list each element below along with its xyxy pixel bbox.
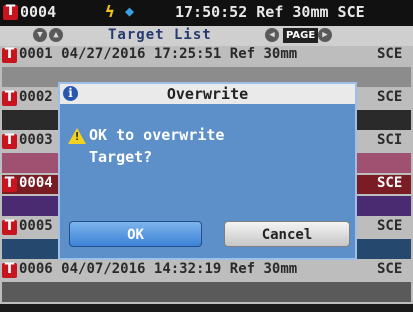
row-mode: SCI <box>377 132 403 148</box>
dialog-message: OK to overwrite Target? <box>89 126 225 166</box>
row-text: 0006 04/07/2016 14:32:19 Ref 30mm <box>19 261 298 277</box>
pen-icon: ◆ <box>125 2 135 20</box>
status-condition: Ref 30mm SCE <box>256 3 365 21</box>
ok-button[interactable]: OK <box>69 221 202 247</box>
target-icon <box>2 218 17 235</box>
row-text: 0001 04/27/2016 17:25:51 Ref 30mm <box>19 46 298 62</box>
dialog-title-bar: i Overwrite <box>60 84 355 104</box>
target-icon <box>3 3 18 20</box>
status-right: 17:50:52 Ref 30mm SCE <box>175 3 365 21</box>
list-item[interactable]: 0006 04/07/2016 14:32:19 Ref 30mm SCE <box>0 261 413 304</box>
target-icon <box>2 46 17 63</box>
page-label: PAGE <box>283 28 319 43</box>
scroll-down-icon[interactable]: ▼ <box>33 28 47 42</box>
sample-number: 0004 <box>20 3 57 21</box>
page-prev-icon[interactable]: ◀ <box>265 28 279 42</box>
page-title: Target List <box>108 27 212 43</box>
target-icon <box>2 132 17 149</box>
target-icon <box>2 261 17 278</box>
row-mode: SCE <box>377 89 403 105</box>
row-mode: SCE <box>377 261 403 277</box>
row-mode: SCE <box>377 218 403 234</box>
row-number: 0003 <box>19 132 53 148</box>
row-mode: SCE <box>377 175 403 191</box>
status-bar: 0004 ϟ ◆ 17:50:52 Ref 30mm SCE <box>0 0 413 26</box>
scroll-up-icon[interactable]: ▲ <box>49 28 63 42</box>
row-number: 0005 <box>19 218 53 234</box>
row-number: 0002 <box>19 89 53 105</box>
page-next-icon[interactable]: ▶ <box>318 28 332 42</box>
list-title-bar: ▼ ▲ Target List ◀ PAGE ▶ <box>0 26 413 46</box>
warning-mark: ! <box>73 130 81 143</box>
row-number: 0004 <box>19 175 53 191</box>
status-time: 17:50:52 <box>175 3 248 21</box>
overwrite-dialog: i Overwrite ! OK to overwrite Target? OK… <box>58 82 357 260</box>
row-header: 0001 04/27/2016 17:25:51 Ref 30mm SCE <box>2 46 411 65</box>
cancel-button[interactable]: Cancel <box>224 221 350 247</box>
row-header: 0006 04/07/2016 14:32:19 Ref 30mm SCE <box>2 261 411 280</box>
dialog-title: Overwrite <box>166 85 249 103</box>
row-mode: SCE <box>377 46 403 62</box>
target-icon <box>2 175 17 192</box>
screen: 0004 ϟ ◆ 17:50:52 Ref 30mm SCE ▼ ▲ Targe… <box>0 0 413 312</box>
lightning-icon: ϟ <box>105 2 115 21</box>
color-swatch <box>2 282 411 302</box>
target-icon <box>2 89 17 106</box>
